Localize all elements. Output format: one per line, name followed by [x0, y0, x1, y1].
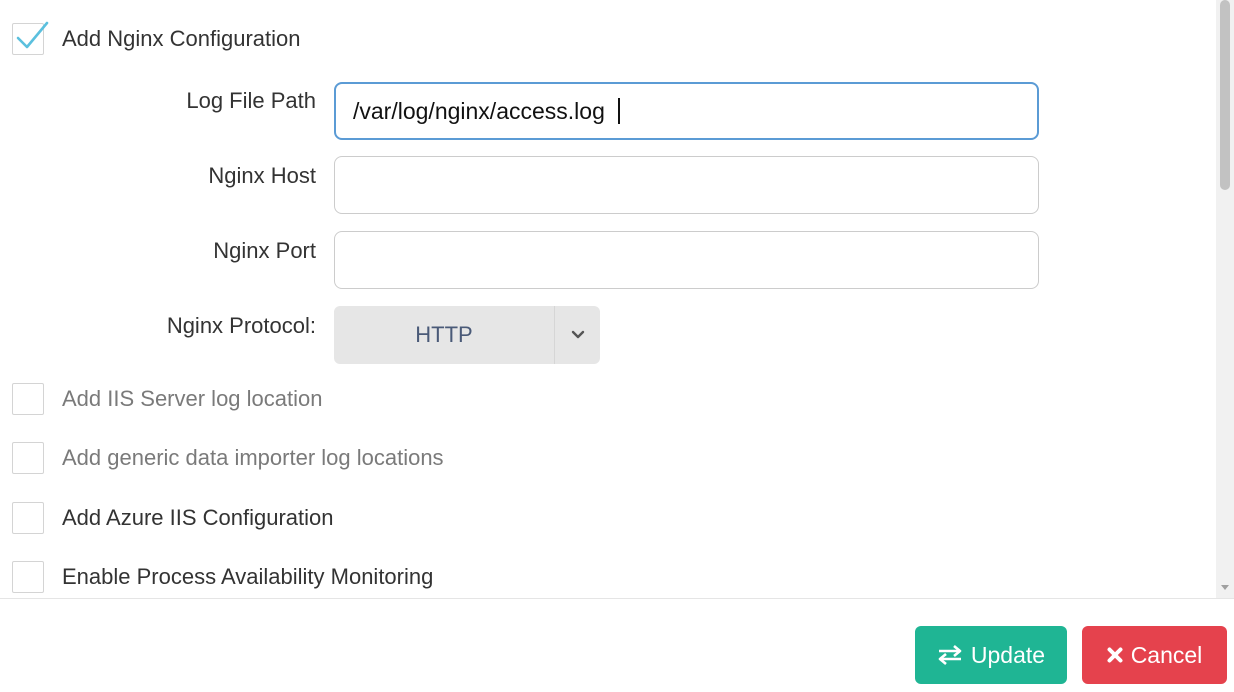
nginx-config-checkbox[interactable] — [12, 21, 49, 55]
swap-arrows-icon — [938, 645, 962, 665]
nginx-protocol-select[interactable]: HTTP — [334, 306, 600, 364]
iis-server-log-label: Add IIS Server log location — [62, 386, 323, 411]
nginx-config-label: Add Nginx Configuration — [62, 26, 301, 51]
footer-divider — [0, 598, 1234, 599]
form-scroll-area: Add Nginx Configuration Log File Path Ng… — [0, 0, 1216, 598]
nginx-host-input[interactable] — [334, 156, 1039, 214]
generic-importer-label: Add generic data importer log locations — [62, 445, 444, 470]
vertical-scrollbar[interactable] — [1216, 0, 1234, 598]
update-button-label: Update — [970, 641, 1046, 668]
process-monitoring-label: Enable Process Availability Monitoring — [62, 564, 434, 589]
update-button[interactable]: Update — [915, 626, 1067, 684]
scrollbar-thumb[interactable] — [1220, 0, 1230, 190]
cancel-button[interactable]: Cancel — [1082, 626, 1227, 684]
chevron-down-icon[interactable] — [555, 330, 600, 340]
nginx-port-input[interactable] — [334, 231, 1039, 289]
nginx-port-label: Nginx Port — [213, 238, 316, 263]
iis-server-log-row[interactable]: Add IIS Server log location — [12, 382, 322, 416]
nginx-protocol-label: Nginx Protocol: — [166, 313, 316, 338]
azure-iis-row[interactable]: Add Azure IIS Configuration — [12, 501, 334, 535]
log-file-path-field-wrap — [0, 82, 1040, 140]
generic-importer-checkbox[interactable] — [12, 442, 44, 474]
scroll-down-arrow-icon[interactable] — [1220, 584, 1230, 592]
nginx-protocol-value: HTTP — [415, 322, 473, 347]
check-icon — [16, 21, 49, 49]
configuration-dialog: Add Nginx Configuration Log File Path Ng… — [0, 0, 1234, 692]
iis-server-log-checkbox[interactable] — [12, 383, 44, 415]
times-icon — [1107, 647, 1123, 663]
process-monitoring-checkbox[interactable] — [12, 561, 44, 593]
generic-importer-row[interactable]: Add generic data importer log locations — [12, 441, 444, 475]
cancel-button-label: Cancel — [1130, 641, 1203, 668]
nginx-host-label: Nginx Host — [208, 163, 316, 188]
text-caret — [618, 98, 620, 124]
nginx-config-row[interactable]: Add Nginx Configuration — [12, 21, 301, 56]
azure-iis-checkbox[interactable] — [12, 502, 44, 534]
log-file-path-input[interactable] — [334, 82, 1039, 140]
azure-iis-label: Add Azure IIS Configuration — [62, 505, 334, 530]
process-monitoring-row[interactable]: Enable Process Availability Monitoring — [12, 560, 433, 594]
